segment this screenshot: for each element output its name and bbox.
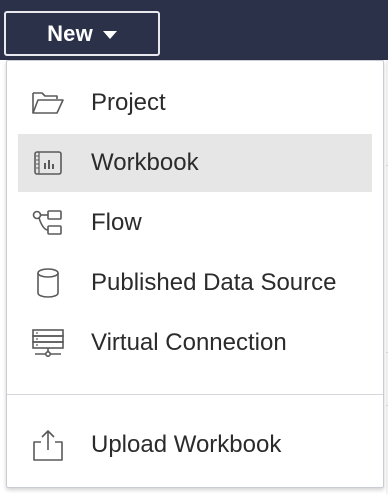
new-dropdown-menu: Project Workbook Flow Published Data Sou… [6,60,384,488]
workbook-icon [30,145,66,181]
menu-item-flow[interactable]: Flow [18,194,372,252]
menu-item-label: Project [91,89,166,116]
menu-divider [7,394,383,395]
top-bar: New [0,0,388,60]
folder-open-icon [30,85,66,121]
menu-item-label: Workbook [91,149,199,176]
menu-item-upload-workbook[interactable]: Upload Workbook [18,416,372,474]
upload-icon [30,427,66,463]
menu-item-label: Flow [91,209,142,236]
menu-item-workbook[interactable]: Workbook [18,134,372,192]
new-button-label: New [47,20,93,46]
menu-item-label: Published Data Source [91,269,337,296]
menu-item-virtual-connection[interactable]: Virtual Connection [18,314,372,372]
virtual-connection-icon [30,325,66,361]
menu-item-label: Virtual Connection [91,329,287,356]
database-icon [30,265,66,301]
new-button[interactable]: New [4,11,160,56]
menu-item-label: Upload Workbook [91,431,282,458]
caret-down-icon [102,30,117,39]
flow-icon [30,205,66,241]
menu-item-project[interactable]: Project [18,74,372,132]
menu-item-published-data-source[interactable]: Published Data Source [18,254,372,312]
